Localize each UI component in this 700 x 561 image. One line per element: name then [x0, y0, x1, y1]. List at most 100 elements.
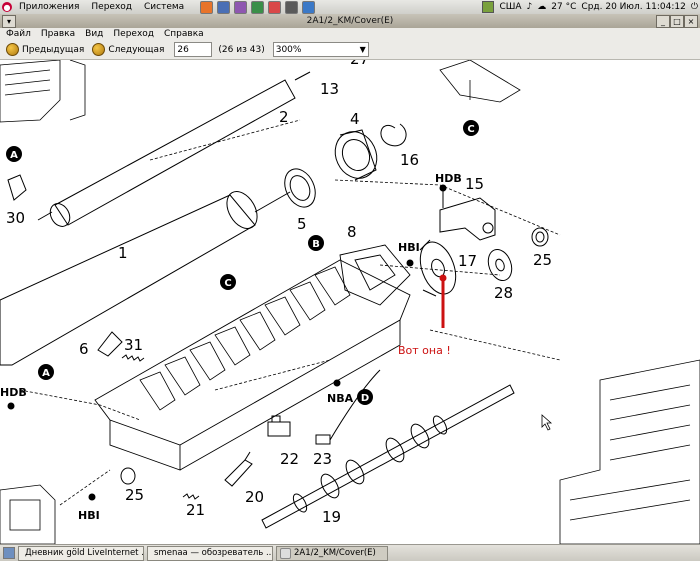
- document-view[interactable]: 27 13 2 4 16 15 30 5 8 1 17 25 28 6 31 2…: [0, 60, 700, 544]
- next-page-button[interactable]: Следующая: [90, 42, 166, 57]
- parts-diagram: 27 13 2 4 16 15 30 5 8 1 17 25 28 6 31 2…: [0, 60, 700, 544]
- label-part-20: 20: [245, 488, 264, 506]
- guide-assembly: [94, 244, 411, 471]
- files-launcher-icon[interactable]: [251, 0, 265, 14]
- label-part-31: 31: [124, 336, 143, 354]
- label-part-17: 17: [458, 252, 477, 270]
- chevron-down-icon: ▼: [359, 45, 366, 54]
- editor-launcher-icon[interactable]: [234, 0, 248, 14]
- debian-logo-icon[interactable]: ●: [2, 2, 12, 12]
- upper-frame: [0, 60, 86, 123]
- label-part-8: 8: [347, 223, 357, 241]
- gear-17: [419, 239, 457, 297]
- label-part-21: 21: [186, 501, 205, 519]
- label-part-1: 1: [118, 244, 128, 262]
- label-part-19: 19: [322, 508, 341, 526]
- keyboard-layout[interactable]: США: [499, 2, 521, 12]
- callout-c-mid: C: [224, 278, 231, 289]
- browser-launcher-icon[interactable]: [302, 0, 316, 14]
- callout-a-top: A: [10, 150, 18, 161]
- label-part-30: 30: [6, 209, 25, 227]
- label-part-15: 15: [465, 175, 484, 193]
- menu-view[interactable]: Вид: [85, 29, 103, 39]
- arrow-right-icon: [92, 43, 106, 56]
- callout-d: D: [361, 393, 369, 404]
- gear-28: [487, 249, 513, 281]
- zoom-value: 300%: [275, 44, 302, 55]
- menu-go[interactable]: Переход: [113, 29, 154, 39]
- lower-right-frame: [559, 359, 700, 544]
- arrow-left-icon: [6, 43, 19, 56]
- gear-25-left: [120, 467, 136, 485]
- label-code-hbi-bottom: HBI: [78, 509, 100, 522]
- zoom-select[interactable]: 300% ▼: [272, 42, 369, 57]
- lever-6: [97, 331, 123, 357]
- task-document[interactable]: 2A1/2_KM/Cover(E): [276, 545, 388, 561]
- launchers: [198, 0, 317, 14]
- taskbar: Дневник göld LiveInternet ... smenaa — о…: [0, 544, 700, 561]
- bearing-5: [284, 168, 316, 208]
- window-menu-icon[interactable]: ▾: [2, 15, 16, 28]
- part-30: [7, 174, 27, 201]
- label-part-23: 23: [313, 450, 332, 468]
- arm-20: [224, 451, 253, 487]
- volume-icon[interactable]: ♪: [527, 2, 533, 12]
- network-icon[interactable]: [482, 1, 495, 13]
- lower-left-frame: [0, 484, 56, 544]
- page-count: (26 из 43): [218, 44, 265, 55]
- annotation-text: Вот она !: [398, 344, 451, 357]
- callout-b: B: [312, 239, 320, 250]
- highlight-marker: [439, 274, 447, 328]
- page-number-input[interactable]: [174, 42, 213, 57]
- bearing-4: [334, 129, 378, 181]
- menu-help[interactable]: Справка: [164, 29, 204, 39]
- label-code-hdb-left: HDB: [0, 386, 27, 399]
- task-document-label: 2A1/2_KM/Cover(E): [294, 548, 376, 558]
- power-icon[interactable]: ⏻: [691, 2, 698, 12]
- label-part-4: 4: [350, 110, 360, 128]
- weather-temp[interactable]: 27 °C: [551, 2, 576, 12]
- top-panel: ● Приложения Переход Система США ♪ ☁ 27 …: [0, 0, 700, 15]
- window-titlebar[interactable]: ▾ 2A1/2_KM/Cover(E) _ □ ×: [0, 14, 700, 29]
- spring-31: [121, 354, 145, 362]
- cable-part: [439, 60, 521, 103]
- callout-a-left: A: [42, 368, 50, 379]
- bushing-25-right: [531, 227, 549, 247]
- bracket-15: [439, 184, 496, 241]
- label-part-28: 28: [494, 284, 513, 302]
- label-part-22: 22: [280, 450, 299, 468]
- maximize-icon[interactable]: □: [670, 15, 684, 28]
- mail-launcher-icon[interactable]: [268, 0, 282, 14]
- clip-16: [380, 123, 407, 147]
- clock[interactable]: Срд. 20 Июл. 11:04:12: [581, 2, 685, 12]
- weather-icon: ☁: [537, 2, 547, 12]
- prev-page-label: Предыдущая: [22, 44, 85, 55]
- menu-places[interactable]: Переход: [91, 2, 132, 12]
- label-part-25-left: 25: [125, 486, 144, 504]
- prev-page-button[interactable]: Предыдущая: [4, 42, 86, 57]
- close-icon[interactable]: ×: [684, 15, 698, 28]
- label-part-2: 2: [279, 108, 289, 126]
- next-page-label: Следующая: [108, 44, 165, 55]
- menu-applications[interactable]: Приложения: [19, 2, 79, 12]
- menu-file[interactable]: Файл: [6, 29, 31, 39]
- firefox-launcher-icon[interactable]: [200, 0, 214, 14]
- panel-menu: ● Приложения Переход Система: [0, 2, 192, 12]
- callout-c-top: C: [467, 124, 474, 135]
- label-part-25-right: 25: [533, 251, 552, 269]
- sensor-22: [267, 415, 291, 437]
- menu-system[interactable]: Система: [144, 2, 184, 12]
- terminal-launcher-icon[interactable]: [217, 0, 231, 14]
- system-tray: США ♪ ☁ 27 °C Срд. 20 Июл. 11:04:12 ⏻: [477, 0, 698, 14]
- task-browser[interactable]: smenaa — обозреватель ...: [147, 545, 273, 561]
- minimize-icon[interactable]: _: [656, 15, 670, 28]
- label-part-27: 27: [350, 60, 369, 68]
- settings-launcher-icon[interactable]: [285, 0, 299, 14]
- label-part-16: 16: [400, 151, 419, 169]
- task-diary-label: Дневник göld LiveInternet ...: [25, 548, 144, 558]
- menu-edit[interactable]: Правка: [41, 29, 75, 39]
- shaft-19: [261, 384, 515, 529]
- show-desktop-icon[interactable]: [3, 547, 15, 559]
- label-code-hbi-top: HBI: [398, 241, 420, 254]
- task-diary[interactable]: Дневник göld LiveInternet ...: [18, 545, 144, 561]
